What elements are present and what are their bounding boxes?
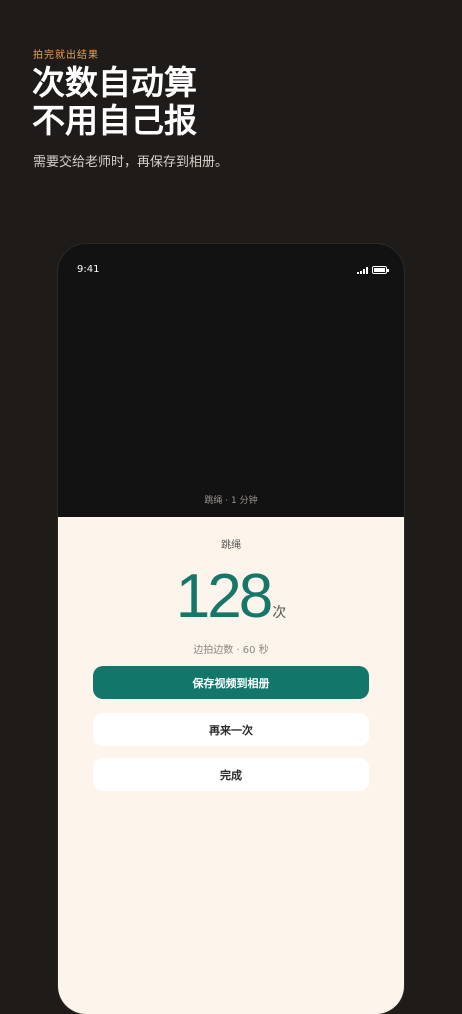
headline-line-2: 不用自己报 xyxy=(32,101,197,140)
count-unit: 次 xyxy=(272,605,287,621)
eyebrow-label: 拍完就出结果 xyxy=(33,50,99,61)
done-button[interactable]: 完成 xyxy=(93,758,369,791)
save-video-button[interactable]: 保存视频到相册 xyxy=(93,666,369,699)
retry-button[interactable]: 再来一次 xyxy=(93,713,369,746)
sport-title: 跳绳 xyxy=(221,540,241,551)
result-sheet: 跳绳 128 次 边拍边数 · 60 秒 保存视频到相册 再来一次 完成 xyxy=(58,517,404,1014)
count-value: 128 xyxy=(175,562,273,631)
count-row: 128 次 xyxy=(58,566,404,628)
status-icons xyxy=(357,266,389,274)
phone-mockup: 9:41 跳绳 · 1 分钟 跳绳 128 次 边拍边数 · 60 秒 保存视频到… xyxy=(58,244,404,1014)
headline-line-1: 次数自动算 xyxy=(32,63,197,102)
signal-icon xyxy=(357,267,368,274)
result-meta: 边拍边数 · 60 秒 xyxy=(193,645,269,656)
battery-icon xyxy=(372,266,389,274)
subline: 需要交给老师时，再保存到相册。 xyxy=(33,155,229,170)
headline: 次数自动算 不用自己报 xyxy=(32,64,197,140)
video-caption: 跳绳 · 1 分钟 xyxy=(204,496,258,506)
status-time: 9:41 xyxy=(77,264,100,275)
